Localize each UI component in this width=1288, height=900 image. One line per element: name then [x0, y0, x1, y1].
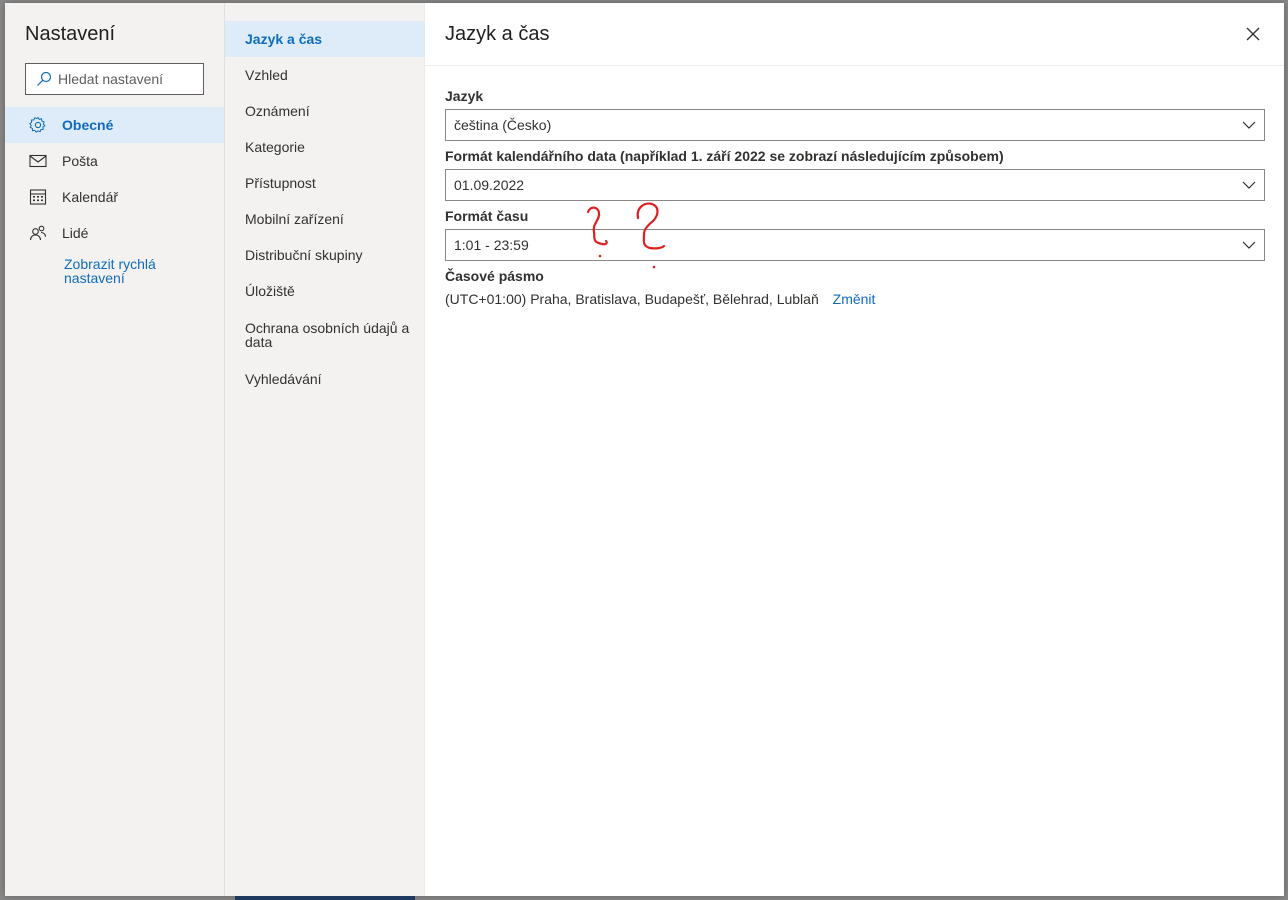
- time-format-value: 1:01 - 23:59: [454, 237, 529, 253]
- calendar-icon: [29, 188, 47, 206]
- time-format-dropdown[interactable]: 1:01 - 23:59: [445, 229, 1265, 261]
- chevron-down-icon: [1242, 241, 1256, 249]
- settings-title: Nastavení: [25, 23, 116, 45]
- subnav-item-distribution-groups[interactable]: Distribuční skupiny: [225, 237, 425, 273]
- settings-subnav: Jazyk a čas Vzhled Oznámení Kategorie Př…: [225, 3, 425, 896]
- mail-icon: [29, 152, 47, 170]
- subnav-item-search[interactable]: Vyhledávání: [225, 361, 425, 397]
- subnav-item-accessibility[interactable]: Přístupnost: [225, 165, 425, 201]
- time-zone-label: Časové pásmo: [445, 268, 544, 284]
- subnav-item-categories[interactable]: Kategorie: [225, 129, 425, 165]
- settings-main: Jazyk a čas Jazyk čeština (Česko) Formát…: [425, 3, 1284, 896]
- chevron-down-icon: [1242, 181, 1256, 189]
- sidebar-item-label: Kalendář: [62, 189, 119, 205]
- sidebar-item-calendar[interactable]: Kalendář: [5, 179, 224, 215]
- language-label: Jazyk: [445, 88, 484, 104]
- close-icon[interactable]: [1244, 25, 1262, 43]
- people-icon: [29, 224, 47, 242]
- settings-sidebar: Nastavení Obecné Pošta Ka: [5, 3, 225, 896]
- subnav-item-notifications[interactable]: Oznámení: [225, 93, 425, 129]
- settings-nav: Obecné Pošta Kalendář Lidé Zobrazit rych…: [5, 107, 224, 285]
- time-format-label: Formát času: [445, 208, 529, 224]
- date-format-dropdown[interactable]: 01.09.2022: [445, 169, 1265, 201]
- sidebar-item-mail[interactable]: Pošta: [5, 143, 224, 179]
- change-time-zone-link[interactable]: Změnit: [833, 291, 876, 307]
- gear-icon: [29, 116, 47, 134]
- language-dropdown[interactable]: čeština (Česko): [445, 109, 1265, 141]
- chevron-down-icon: [1242, 121, 1256, 129]
- page-title: Jazyk a čas: [445, 23, 550, 45]
- sidebar-item-label: Pošta: [62, 153, 98, 169]
- search-input[interactable]: [58, 71, 188, 87]
- subnav-item-appearance[interactable]: Vzhled: [225, 57, 425, 93]
- sidebar-item-people[interactable]: Lidé: [5, 215, 224, 251]
- quick-settings-link[interactable]: Zobrazit rychlá nastavení: [5, 257, 175, 285]
- question-marks-annotation: [586, 202, 666, 269]
- background-taskbar-strip: [235, 896, 415, 900]
- settings-dialog: Nastavení Obecné Pošta Ka: [5, 3, 1284, 896]
- search-box[interactable]: [25, 63, 204, 95]
- sidebar-item-general[interactable]: Obecné: [5, 107, 224, 143]
- subnav-item-mobile-devices[interactable]: Mobilní zařízení: [225, 201, 425, 237]
- language-time-form: Jazyk čeština (Česko) Formát kalendářníh…: [445, 87, 1265, 307]
- language-value: čeština (Česko): [454, 117, 552, 133]
- subnav-item-privacy[interactable]: Ochrana osobních údajů a data: [225, 309, 425, 361]
- main-header: Jazyk a čas: [425, 3, 1284, 66]
- date-format-value: 01.09.2022: [454, 177, 525, 193]
- subnav-item-storage[interactable]: Úložiště: [225, 273, 425, 309]
- date-format-label: Formát kalendářního data (například 1. z…: [445, 148, 1004, 164]
- time-zone-row: (UTC+01:00) Praha, Bratislava, Budapešť,…: [445, 291, 1265, 307]
- sidebar-item-label: Lidé: [62, 225, 89, 241]
- subnav-item-language-time[interactable]: Jazyk a čas: [225, 21, 425, 57]
- search-icon: [37, 71, 52, 86]
- sidebar-item-label: Obecné: [62, 117, 114, 133]
- time-zone-value: (UTC+01:00) Praha, Bratislava, Budapešť,…: [445, 291, 819, 307]
